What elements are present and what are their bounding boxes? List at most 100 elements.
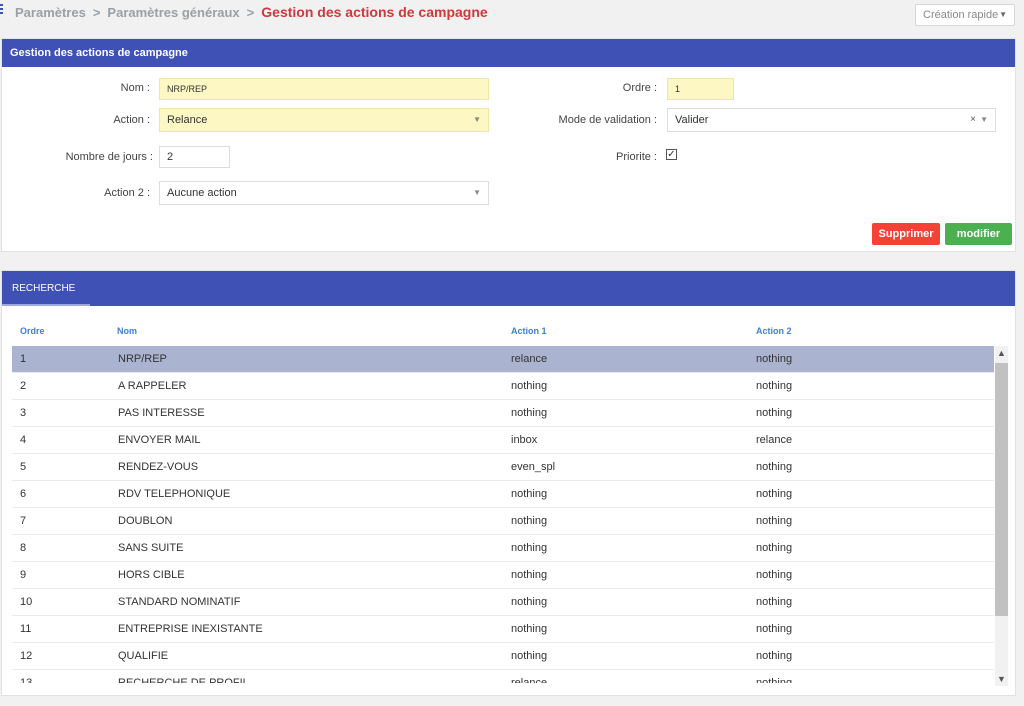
action-select[interactable]: Relance ▼ [159, 108, 489, 132]
caret-down-icon: ▼ [473, 188, 481, 197]
column-header-ordre[interactable]: Ordre [20, 326, 45, 336]
mode-validation-label: Mode de validation : [558, 114, 657, 126]
cell-nom: RDV TELEPHONIQUE [118, 488, 231, 500]
quick-create-dropdown[interactable]: Création rapide ▼ [915, 4, 1015, 26]
quick-create-label: Création rapide [923, 9, 999, 21]
top-bar: Paramètres > Paramètres généraux > Gestion d… [0, 0, 1024, 34]
cell-action2: nothing [756, 488, 793, 500]
ordre-label: Ordre : [622, 82, 657, 94]
cell-action1: nothing [511, 380, 548, 392]
cell-action2: nothing [756, 677, 793, 683]
cell-ordre: 5 [20, 461, 27, 473]
delete-button[interactable]: Supprimer [872, 223, 940, 245]
nombre-jours-label: Nombre de jours : [65, 151, 153, 163]
column-header-action1[interactable]: Action 1 [511, 326, 547, 336]
search-panel-header: RECHERCHE [2, 271, 1015, 306]
campaign-action-form-panel: Gestion des actions de campagne Nom : NR… [1, 38, 1016, 252]
cell-action2: nothing [756, 407, 793, 419]
table-row[interactable]: 2 A RAPPELER nothing nothing [12, 373, 994, 400]
table-row[interactable]: 13 RECHERCHE DE PROFIL relance nothing [12, 670, 994, 683]
table-row[interactable]: 3 PAS INTERESSE nothing nothing [12, 400, 994, 427]
caret-down-icon: ▼ [999, 10, 1007, 19]
priorite-label: Priorite : [616, 151, 657, 163]
cell-action1: relance [511, 677, 548, 683]
panel-title: Gestion des actions de campagne [2, 39, 1015, 67]
cell-nom: DOUBLON [118, 515, 173, 527]
caret-down-icon: ▼ [473, 115, 481, 124]
ordre-input[interactable]: 1 [667, 78, 734, 100]
scrollbar-thumb[interactable] [995, 363, 1008, 616]
table-row[interactable]: 5 RENDEZ-VOUS even_spl nothing [12, 454, 994, 481]
results-table-body: 1 NRP/REP relance nothing 2 A RAPPELER nothing… [12, 346, 994, 683]
breadcrumb-separator: > [92, 5, 101, 20]
table-row[interactable]: 1 NRP/REP relance nothing [12, 346, 994, 373]
cell-action1: nothing [511, 623, 548, 635]
cell-ordre: 3 [20, 407, 27, 419]
cell-nom: SANS SUITE [118, 542, 184, 554]
cell-action1: nothing [511, 569, 548, 581]
cell-ordre: 2 [20, 380, 27, 392]
caret-down-icon: ▼ [980, 115, 988, 124]
cell-action2: relance [756, 434, 793, 446]
sidebar-toggle-marker[interactable] [0, 4, 3, 14]
clear-x-icon[interactable]: × [970, 109, 976, 131]
table-row[interactable]: 8 SANS SUITE nothing nothing [12, 535, 994, 562]
action2-select-value: Aucune action [167, 187, 237, 199]
action-label: Action : [113, 114, 150, 126]
cell-action2: nothing [756, 380, 793, 392]
table-row[interactable]: 10 STANDARD NOMINATIF nothing nothing [12, 589, 994, 616]
cell-action2: nothing [756, 461, 793, 473]
table-row[interactable]: 6 RDV TELEPHONIQUE nothing nothing [12, 481, 994, 508]
cell-nom: HORS CIBLE [118, 569, 185, 581]
checkmark-icon: ✓ [667, 149, 676, 160]
chevron-down-icon[interactable]: ▼ [995, 672, 1008, 686]
table-row[interactable]: 12 QUALIFIE nothing nothing [12, 643, 994, 670]
cell-action1: inbox [511, 434, 538, 446]
cell-action1: nothing [511, 515, 548, 527]
cell-nom: RENDEZ-VOUS [118, 461, 199, 473]
cell-nom: ENTREPRISE INEXISTANTE [118, 623, 263, 635]
cell-ordre: 13 [20, 677, 33, 683]
breadcrumb-current: Gestion des actions de campagne [261, 4, 488, 20]
breadcrumb-item-parametres-generaux[interactable]: Paramètres généraux [107, 5, 239, 20]
cell-action1: nothing [511, 650, 548, 662]
cell-nom: STANDARD NOMINATIF [118, 596, 241, 608]
modify-button[interactable]: modifier [945, 223, 1012, 245]
cell-action2: nothing [756, 569, 793, 581]
cell-ordre: 4 [20, 434, 27, 446]
column-header-nom[interactable]: Nom [117, 326, 137, 336]
active-tab-indicator [2, 304, 90, 306]
cell-action1: even_spl [511, 461, 556, 473]
cell-action1: relance [511, 353, 548, 365]
table-row[interactable]: 9 HORS CIBLE nothing nothing [12, 562, 994, 589]
table-row[interactable]: 11 ENTREPRISE INEXISTANTE nothing nothing [12, 616, 994, 643]
column-header-action2[interactable]: Action 2 [756, 326, 792, 336]
nom-input[interactable]: NRP/REP [159, 78, 489, 100]
table-scrollbar[interactable]: ▲ ▼ [995, 346, 1008, 686]
cell-action1: nothing [511, 596, 548, 608]
action2-select[interactable]: Aucune action ▼ [159, 181, 489, 205]
cell-ordre: 8 [20, 542, 27, 554]
action-select-value: Relance [167, 114, 208, 126]
breadcrumb-item-parametres[interactable]: Paramètres [15, 5, 86, 20]
mode-validation-select[interactable]: Valider × ▼ [667, 108, 996, 132]
cell-action2: nothing [756, 596, 793, 608]
cell-ordre: 11 [20, 623, 32, 635]
cell-ordre: 9 [20, 569, 27, 581]
cell-action2: nothing [756, 650, 793, 662]
cell-ordre: 6 [20, 488, 27, 500]
priorite-checkbox[interactable]: ✓ [666, 149, 677, 160]
chevron-up-icon[interactable]: ▲ [995, 346, 1008, 360]
cell-action2: nothing [756, 542, 793, 554]
table-row[interactable]: 7 DOUBLON nothing nothing [12, 508, 994, 535]
cell-nom: QUALIFIE [118, 650, 169, 662]
cell-ordre: 10 [20, 596, 33, 608]
nombre-jours-input[interactable]: 2 [159, 146, 230, 168]
cell-ordre: 7 [20, 515, 27, 527]
cell-nom: RECHERCHE DE PROFIL [118, 677, 249, 683]
tab-recherche[interactable]: RECHERCHE [2, 271, 85, 306]
cell-ordre: 12 [20, 650, 33, 662]
table-row[interactable]: 4 ENVOYER MAIL inbox relance [12, 427, 994, 454]
cell-action1: nothing [511, 407, 548, 419]
cell-nom: ENVOYER MAIL [118, 434, 201, 446]
